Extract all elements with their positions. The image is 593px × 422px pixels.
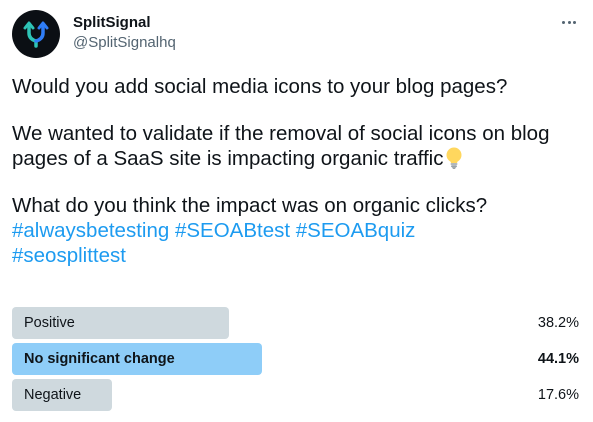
tweet-card: SplitSignal @SplitSignalhq Would you add… [0, 0, 593, 422]
splitsignal-logo-icon[interactable] [12, 10, 60, 58]
tweet-hashtags: #alwaysbetesting #SEOABtest #SEOABquiz #s… [12, 218, 587, 268]
poll-option-positive[interactable]: Positive 38.2% [12, 307, 581, 339]
tweet-context: We wanted to validate if the removal of … [12, 121, 587, 171]
poll-option-percent: 44.1% [537, 351, 579, 367]
account-handle[interactable]: @SplitSignalhq [73, 34, 176, 52]
hashtag-link[interactable]: #alwaysbetesting [12, 219, 169, 242]
poll: Positive 38.2% No significant change 44.… [12, 307, 581, 415]
hashtag-link[interactable]: #SEOABtest [175, 219, 290, 242]
poll-option-label: Positive [24, 315, 75, 331]
poll-option-label: No significant change [24, 351, 175, 367]
poll-option-negative[interactable]: Negative 17.6% [12, 379, 581, 411]
hashtag-link[interactable]: #SEOABquiz [296, 219, 416, 242]
tweet-text: Would you add social media icons to your… [12, 74, 587, 268]
poll-option-percent: 17.6% [537, 387, 579, 403]
poll-option-percent: 38.2% [537, 315, 579, 331]
hashtag-link[interactable]: #seosplittest [12, 244, 126, 267]
account-name[interactable]: SplitSignal [73, 14, 151, 32]
poll-option-no-significant-change[interactable]: No significant change 44.1% [12, 343, 581, 375]
poll-option-label: Negative [24, 387, 82, 403]
tweet-prompt: What do you think the impact was on orga… [12, 194, 488, 217]
tweet-question: Would you add social media icons to your… [12, 75, 508, 98]
light-bulb-icon [445, 147, 463, 169]
more-horizontal-icon[interactable] [557, 12, 581, 32]
tweet-context-text: We wanted to validate if the removal of … [12, 122, 550, 170]
